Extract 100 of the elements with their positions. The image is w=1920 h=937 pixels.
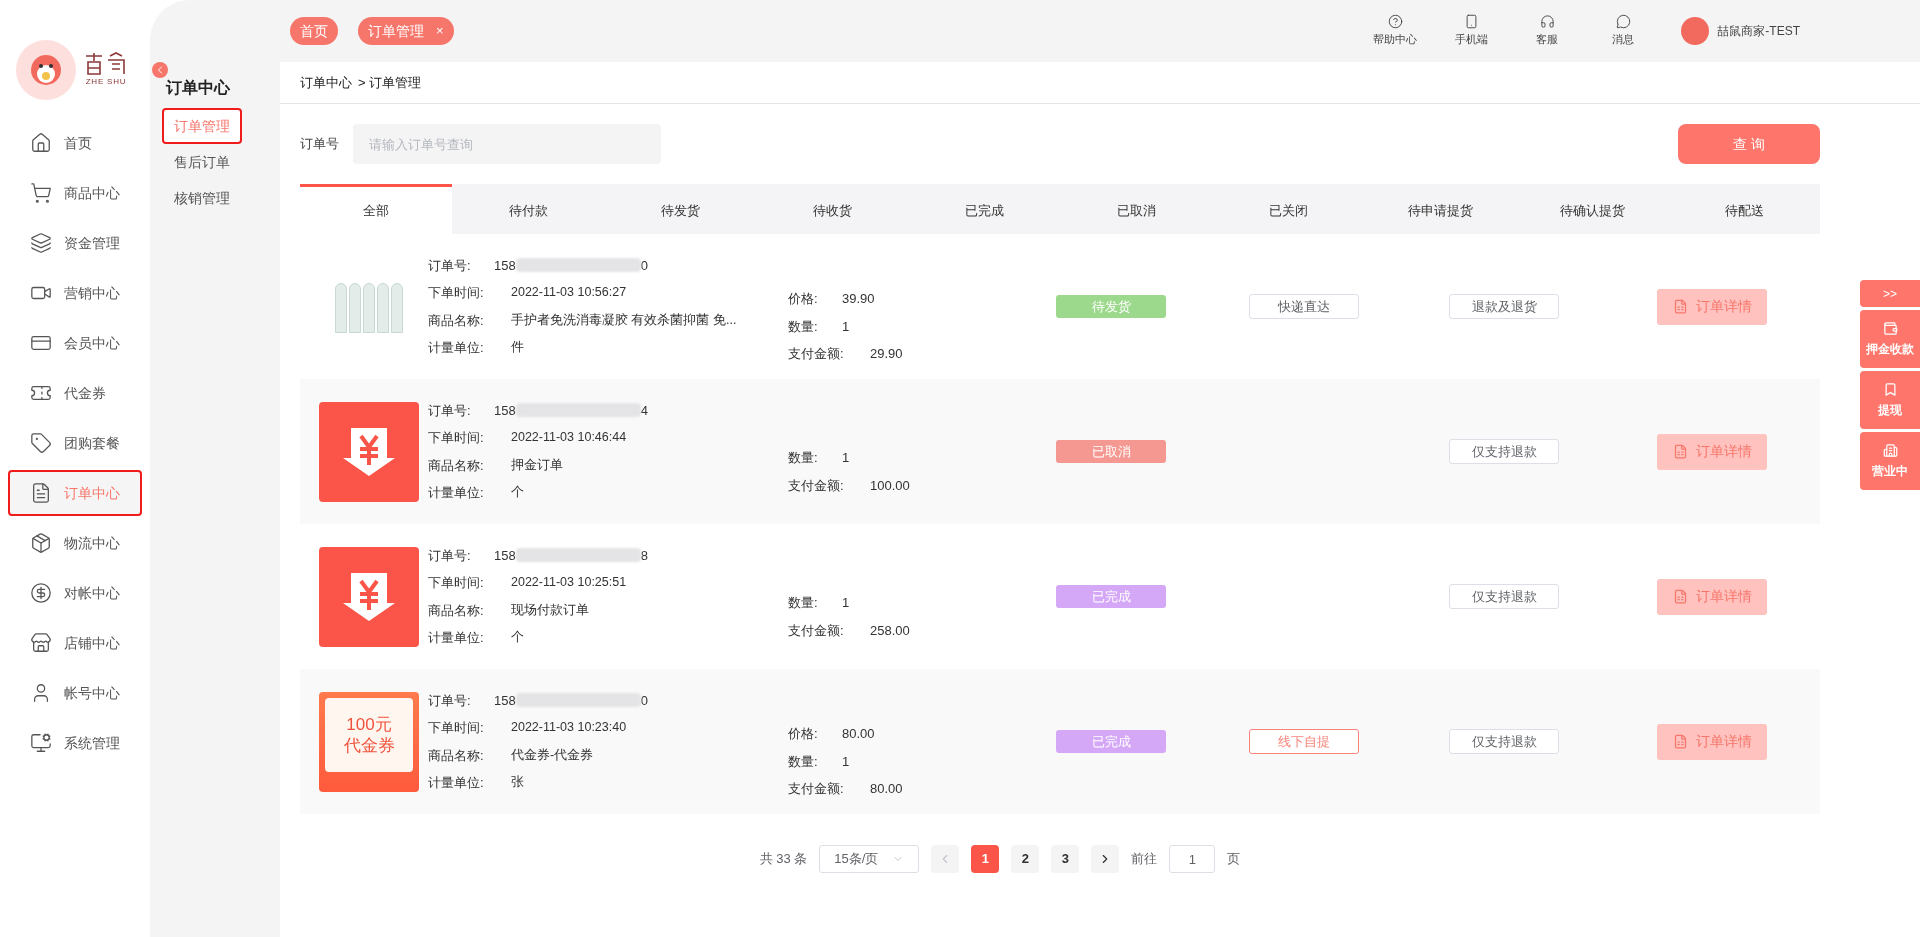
order-number: 158 (494, 256, 516, 275)
sidebar-item[interactable]: 商品中心 (8, 170, 142, 216)
field-label: 下单时间: (428, 284, 485, 302)
field-value: 手护者免洗消毒凝胶 有效杀菌抑菌 免... (511, 311, 737, 329)
field-value: 100.00 (870, 476, 910, 495)
field-value: 2022-11-03 10:23:40 (511, 719, 627, 736)
status-badge: 已取消 (1056, 440, 1166, 463)
field-value: 张 (511, 774, 524, 791)
breadcrumb-item: > 订单管理 (358, 73, 422, 92)
refund-button[interactable]: 仅支持退款 (1449, 729, 1559, 754)
status-tab[interactable]: 待发货 (604, 184, 756, 234)
goto-page-field[interactable]: 1 (1169, 845, 1216, 873)
field-label: 商品名称: (428, 601, 485, 620)
sidebar-item[interactable]: 物流中心 (8, 520, 142, 566)
refund-button[interactable]: 退款及退货 (1449, 294, 1559, 319)
field-value: 1 (842, 317, 850, 336)
field-value: 押金订单 (511, 456, 563, 474)
field-label: 数量: (788, 449, 819, 467)
order-number: 8 (640, 546, 648, 565)
search-field[interactable]: 请输入订单号查询 (353, 124, 661, 164)
status-badge: 已完成 (1056, 585, 1166, 608)
field-label: 支付金额: (788, 476, 845, 495)
document-icon (1672, 299, 1688, 314)
header-action[interactable]: 消息 (1595, 14, 1652, 48)
sidebar-item[interactable]: 首页 (8, 120, 142, 166)
submenu-item[interactable]: 核销管理 (162, 180, 242, 216)
status-tab[interactable]: 待收货 (756, 184, 908, 234)
submenu-item[interactable]: 售后订单 (162, 144, 242, 180)
field-value: 个 (511, 629, 524, 646)
house-icon (30, 132, 52, 154)
field-label: 支付金额: (788, 345, 845, 364)
field-value: 2022-11-03 10:46:44 (511, 429, 627, 446)
delivery-button[interactable]: 快递直达 (1249, 294, 1359, 319)
page-number[interactable]: 3 (1051, 845, 1080, 873)
prev-page-button[interactable] (931, 845, 960, 873)
field-value: 258.00 (870, 621, 910, 640)
field-value: 代金券-代金券 (511, 746, 594, 764)
field-label: 商品名称: (428, 456, 485, 475)
store-icon (30, 632, 52, 654)
sidebar-item[interactable]: 对帐中心 (8, 570, 142, 616)
order-number: 0 (640, 691, 648, 710)
field-value: 29.90 (870, 345, 903, 364)
status-tab[interactable]: 待付款 (452, 184, 604, 234)
page-unit: 页 (1227, 850, 1241, 869)
wallet-icon (1882, 320, 1898, 336)
status-tab[interactable]: 已关闭 (1212, 184, 1364, 234)
page-size-select[interactable]: 15条/页 (819, 845, 920, 873)
field-value: 80.00 (842, 725, 875, 744)
status-tab[interactable]: 待确认提货 (1516, 184, 1668, 234)
breadcrumb-item[interactable]: 订单中心 (300, 72, 352, 93)
document-icon (1672, 589, 1688, 604)
field-label: 支付金额: (788, 621, 845, 640)
field-label: 计量单位: (428, 339, 485, 357)
header-action[interactable]: 帮助中心 (1367, 14, 1424, 48)
sidebar-item[interactable]: 系统管理 (8, 720, 142, 766)
field-label: 数量: (788, 752, 819, 771)
field-value: 2022-11-03 10:25:51 (511, 574, 627, 591)
field-value: 2022-11-03 10:56:27 (511, 284, 627, 301)
submenu-title: 订单中心 (166, 78, 230, 98)
field-value: 39.90 (842, 290, 875, 309)
layers-icon (30, 232, 52, 254)
bookmark-icon (1882, 381, 1898, 397)
sidebar-item[interactable]: 帐号中心 (8, 670, 142, 716)
status-tab[interactable]: 已完成 (908, 184, 1060, 234)
order-number: 4 (640, 401, 648, 420)
document-icon (30, 482, 52, 504)
sidebar-item[interactable]: 营销中心 (8, 270, 142, 316)
refund-button[interactable]: 仅支持退款 (1449, 439, 1559, 464)
order-number: 0 (640, 256, 648, 275)
order-number: 158 (494, 691, 516, 710)
field-label: 计量单位: (428, 774, 485, 792)
status-tab[interactable]: 待配送 (1668, 184, 1820, 234)
header-action[interactable]: 手机端 (1443, 14, 1500, 48)
box-icon (30, 532, 52, 554)
user-name[interactable]: 喆鼠商家-TEST (1717, 22, 1800, 40)
field-label: 计量单位: (428, 484, 485, 502)
sidebar-item[interactable]: 会员中心 (8, 320, 142, 366)
field-label: 价格: (788, 290, 819, 309)
field-label: 计量单位: (428, 629, 485, 647)
field-value: 1 (842, 449, 850, 467)
status-tab[interactable]: 待申请提货 (1364, 184, 1516, 234)
field-label: 订单号: (428, 256, 472, 275)
field-label: 订单号: (428, 691, 472, 710)
sidebar-item[interactable]: 资金管理 (8, 220, 142, 266)
field-value: 1 (842, 752, 850, 771)
field-label: 数量: (788, 317, 819, 336)
header-action[interactable]: 客服 (1519, 14, 1576, 48)
page-number[interactable]: 2 (1011, 845, 1040, 873)
document-icon (1672, 444, 1688, 459)
status-tab[interactable]: 已取消 (1060, 184, 1212, 234)
sidebar-item[interactable]: 店铺中心 (8, 620, 142, 666)
next-page-button[interactable] (1091, 845, 1120, 873)
sidebar-item[interactable]: 代金券 (8, 370, 142, 416)
status-tab[interactable]: 全部 (300, 184, 452, 234)
field-label: 订单号: (428, 546, 472, 565)
refund-button[interactable]: 仅支持退款 (1449, 584, 1559, 609)
sidebar-item[interactable]: 团购套餐 (8, 420, 142, 466)
status-badge: 已完成 (1056, 730, 1166, 753)
order-number: 158 (494, 546, 516, 565)
shop-icon (1882, 442, 1898, 458)
